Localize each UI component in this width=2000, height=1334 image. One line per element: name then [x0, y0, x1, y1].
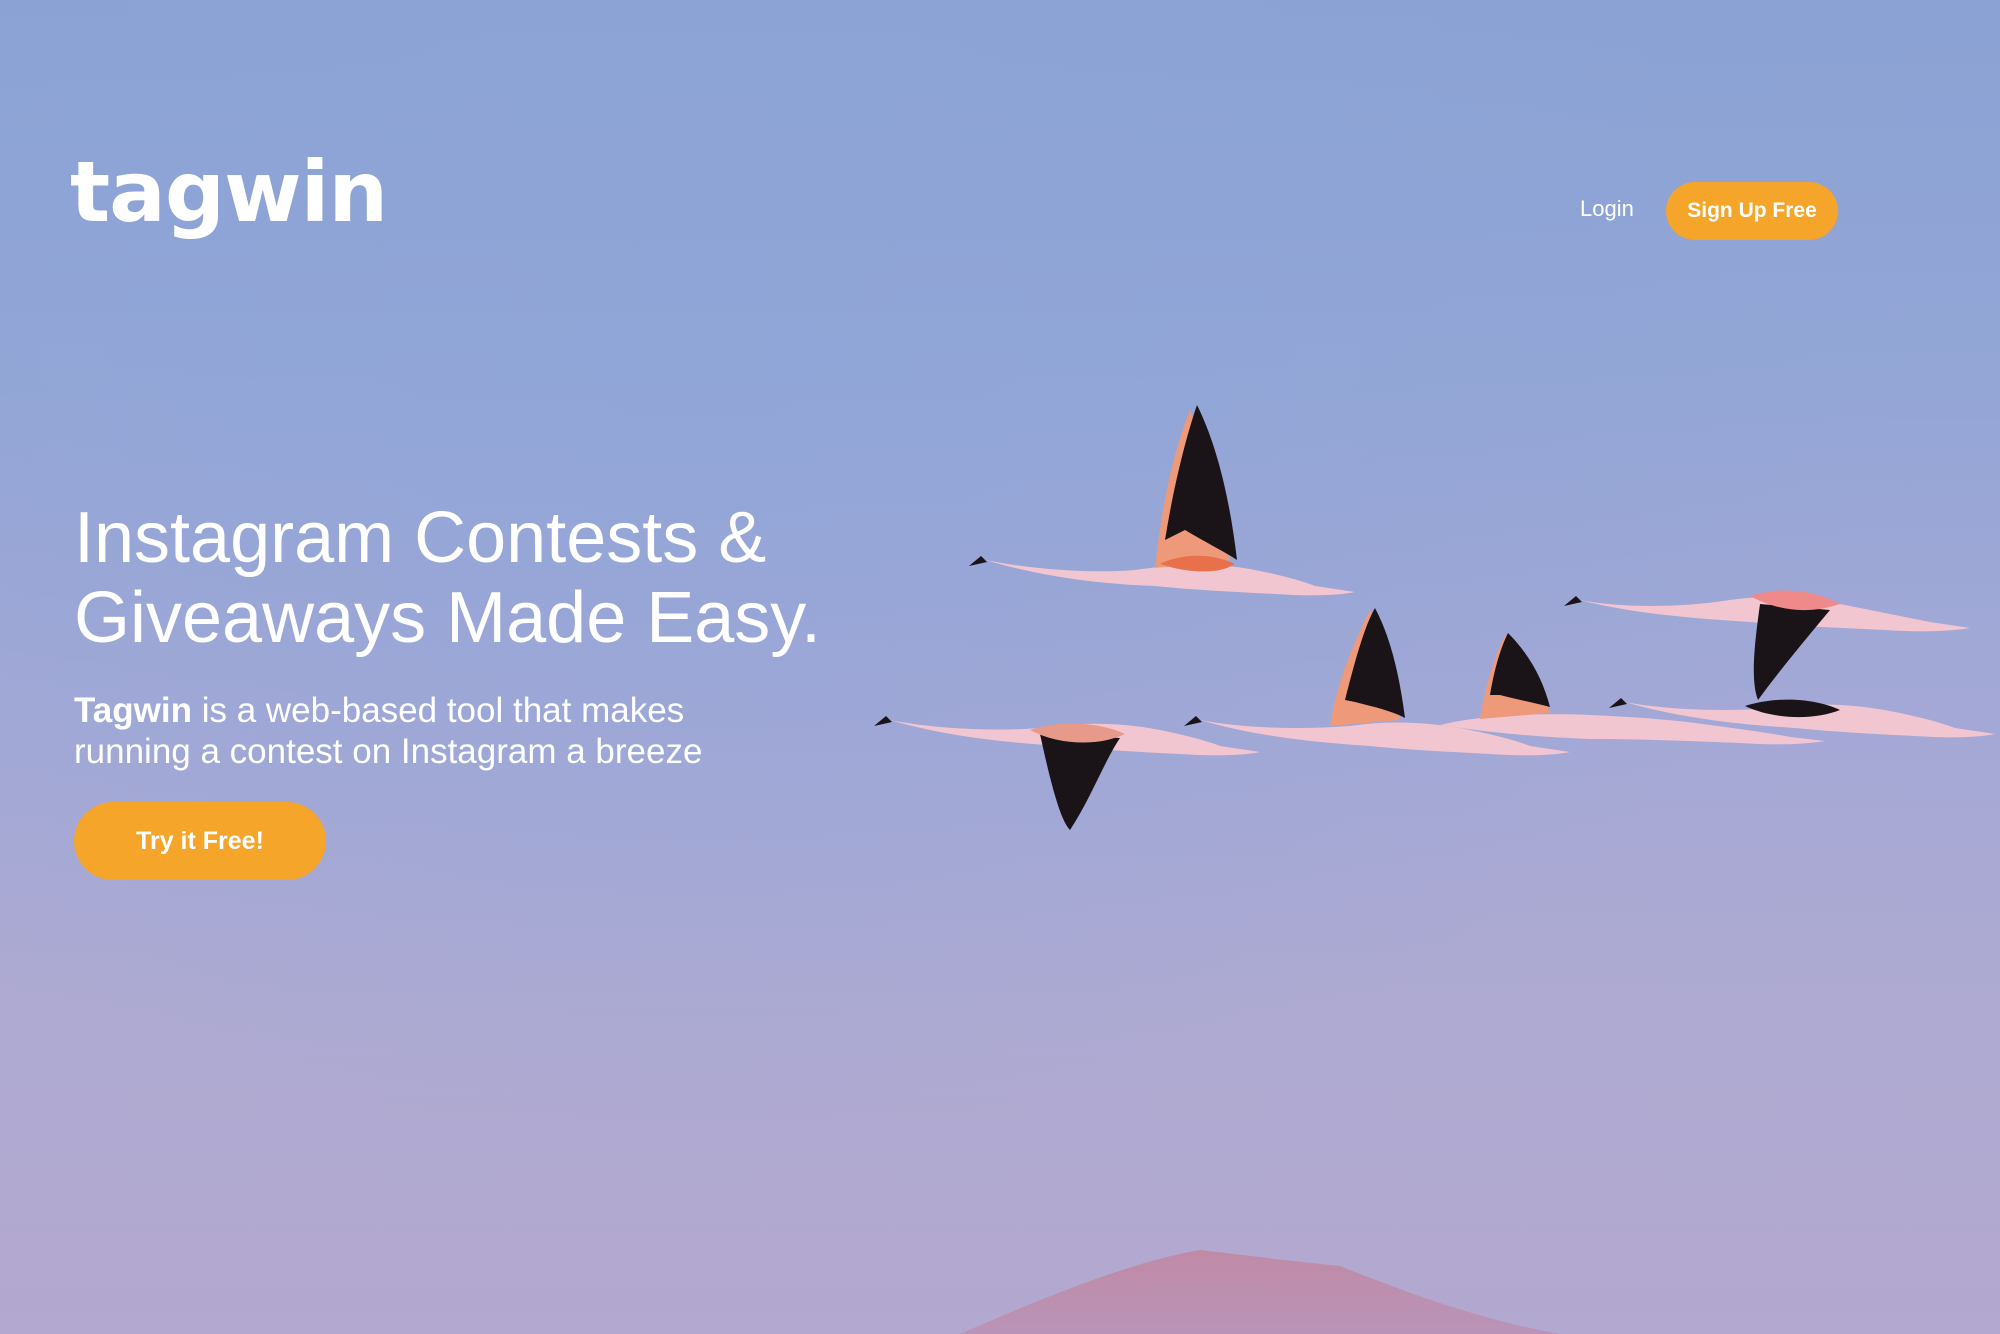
hero-subtext: Tagwin is a web-based tool that makes ru… [74, 690, 834, 772]
subtext-line-2: running a contest on Instagram a breeze [74, 732, 703, 771]
login-link[interactable]: Login [1580, 196, 1634, 222]
subtext-line-1: is a web-based tool that makes [191, 691, 685, 730]
headline-line-1: Instagram Contests & [74, 498, 767, 578]
headline-line-2: Giveaways Made Easy. [74, 578, 821, 658]
try-it-free-button[interactable]: Try it Free! [74, 802, 326, 880]
tagwin-logo[interactable]: tagwin [70, 150, 388, 234]
subtext-brand-name: Tagwin [74, 691, 192, 730]
sign-up-free-button[interactable]: Sign Up Free [1666, 182, 1838, 240]
hero-headline: Instagram Contests & Giveaways Made Easy… [74, 498, 894, 658]
